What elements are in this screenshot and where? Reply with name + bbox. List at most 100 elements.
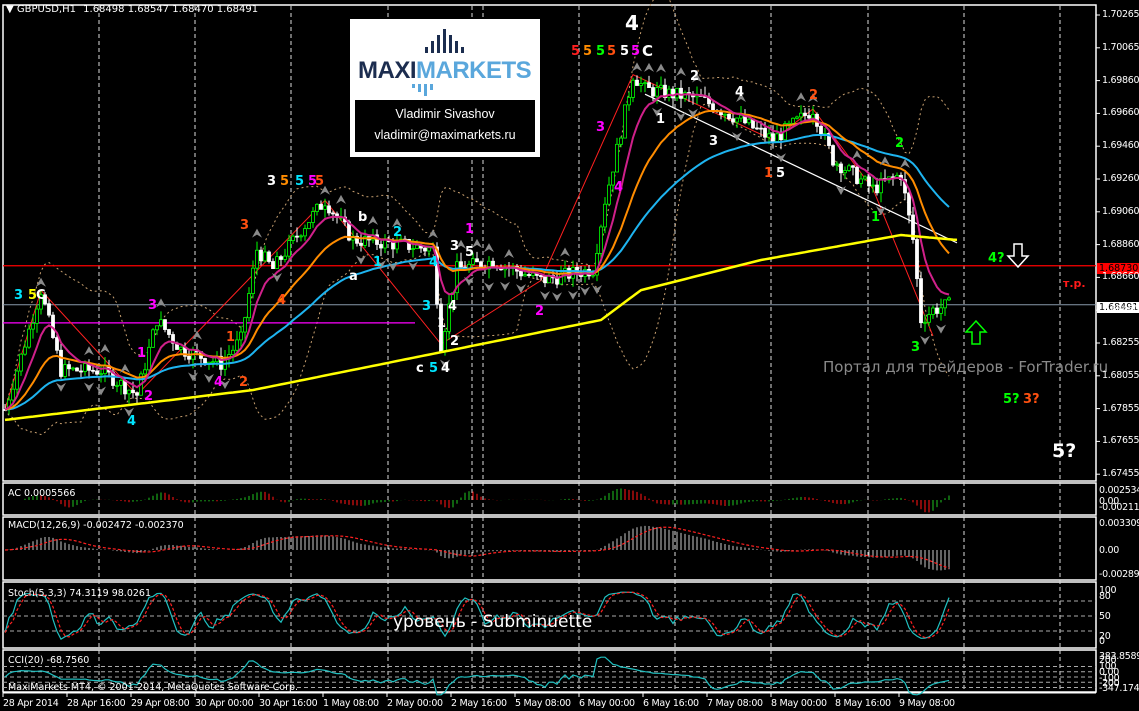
candle-body [847,165,851,171]
price-axis-label: 1.68255 [1102,337,1139,348]
candle-body [747,118,751,124]
wave-count-label: 5 [596,44,606,59]
candle-body [263,251,267,262]
candle-body [115,384,119,387]
price-axis-label: 1.69060 [1102,205,1139,217]
fractal-down-icon [936,324,946,334]
fractal-down-icon [96,386,106,396]
candle-body [187,355,191,360]
candle-body [303,228,307,237]
candle-body [871,184,875,187]
wave-count-label: 3 [596,120,606,135]
candle-body [803,112,807,116]
candle-body [55,337,59,351]
wave-count-label: 2 [535,304,545,319]
candle-body [83,363,87,372]
candle-body [19,353,23,372]
wave-count-label: 2 [809,88,819,103]
candle-body [759,127,763,130]
candle-body [147,346,151,371]
candle-body [791,117,795,124]
fractal-up-icon [336,194,346,204]
candle-body [607,184,611,205]
candle-body [67,364,71,370]
candle-body [155,325,159,331]
ac-pane-frame [2,482,1097,516]
wave-count-label: 3? [1023,392,1040,407]
candle-body [775,133,779,142]
candle-body [35,308,39,324]
author-email[interactable]: vladimir@maximarkets.ru [355,125,535,146]
candle-body [851,165,855,168]
fractal-up-icon [644,62,654,72]
candle-body [631,79,635,98]
wave-count-label: 5 [429,361,439,376]
fractal-down-icon [580,286,590,296]
candle-body [211,361,215,364]
fractal-down-icon [188,372,198,382]
collapse-triangle-icon[interactable]: ▼ [6,4,14,15]
cci-title: CCI(20) -68.7560 [8,655,90,666]
candle-body [323,205,327,210]
candle-body [491,260,495,268]
candle-body [411,248,415,250]
candle-body [71,367,75,370]
fractal-down-icon [592,285,602,295]
candle-body [835,163,839,166]
candle-body [867,176,871,187]
wave-count-label: 1 [373,255,383,270]
candle-body [59,349,63,377]
candle-body [179,346,183,350]
candle-body [907,192,911,216]
candle-body [539,275,543,278]
price-axis-label: 1.68660 [1102,271,1139,283]
wave-count-label: 3 [450,239,460,254]
candle-body [15,370,19,390]
ema-long-line [4,133,950,411]
fractal-up-icon [796,92,806,102]
symbol-label: GBPUSD,H1 [16,4,76,15]
candle-body [291,235,295,242]
logo-underbars-icon [412,84,433,96]
chart-canvas[interactable] [0,0,1139,711]
candle-body [123,380,127,395]
wave-count-label: 5 [280,174,290,189]
candle-body [915,239,919,280]
candle-body [259,249,263,262]
wave-count-label: 5 [776,166,786,181]
wave-count-label: c [416,361,424,376]
fractal-up-icon [156,298,166,308]
fractal-up-icon [252,228,262,238]
candle-body [315,203,319,212]
candle-body [599,226,603,254]
fractal-down-icon [204,373,214,383]
wave-count-label: 5 [315,174,325,189]
wave-count-label: 1 [465,222,475,237]
fractal-up-icon [560,247,570,257]
time-axis-label: 5 May 08:00 [515,698,571,709]
price-axis-label: 1.70265 [1102,9,1139,20]
up-arrow-icon [964,319,988,345]
copyright: MaxiMarkets MT4, © 2001-2014, MetaQuotes… [8,682,299,693]
candle-body [163,319,167,330]
candle-body [591,274,595,277]
wave-count-label: 5 [631,44,641,59]
price-axis-label: 1.68055 [1102,369,1139,381]
candle-body [763,127,767,138]
candle-body [735,117,739,123]
time-axis-label: 6 May 00:00 [579,698,635,709]
candle-body [459,261,463,268]
candle-body [11,388,15,401]
wave-count-label: 1 [764,166,774,181]
candle-body [859,178,863,184]
candle-body [283,255,287,260]
price-axis-label: 1.67455 [1102,468,1139,480]
wave-count-label: 4 [614,180,624,195]
wave-count-label: 4 [441,361,451,376]
candle-body [603,203,607,228]
candle-body [279,256,283,260]
wave-count-label: 5 [295,174,305,189]
candle-body [875,184,879,194]
candle-body [527,274,531,276]
candle-body [427,247,431,252]
